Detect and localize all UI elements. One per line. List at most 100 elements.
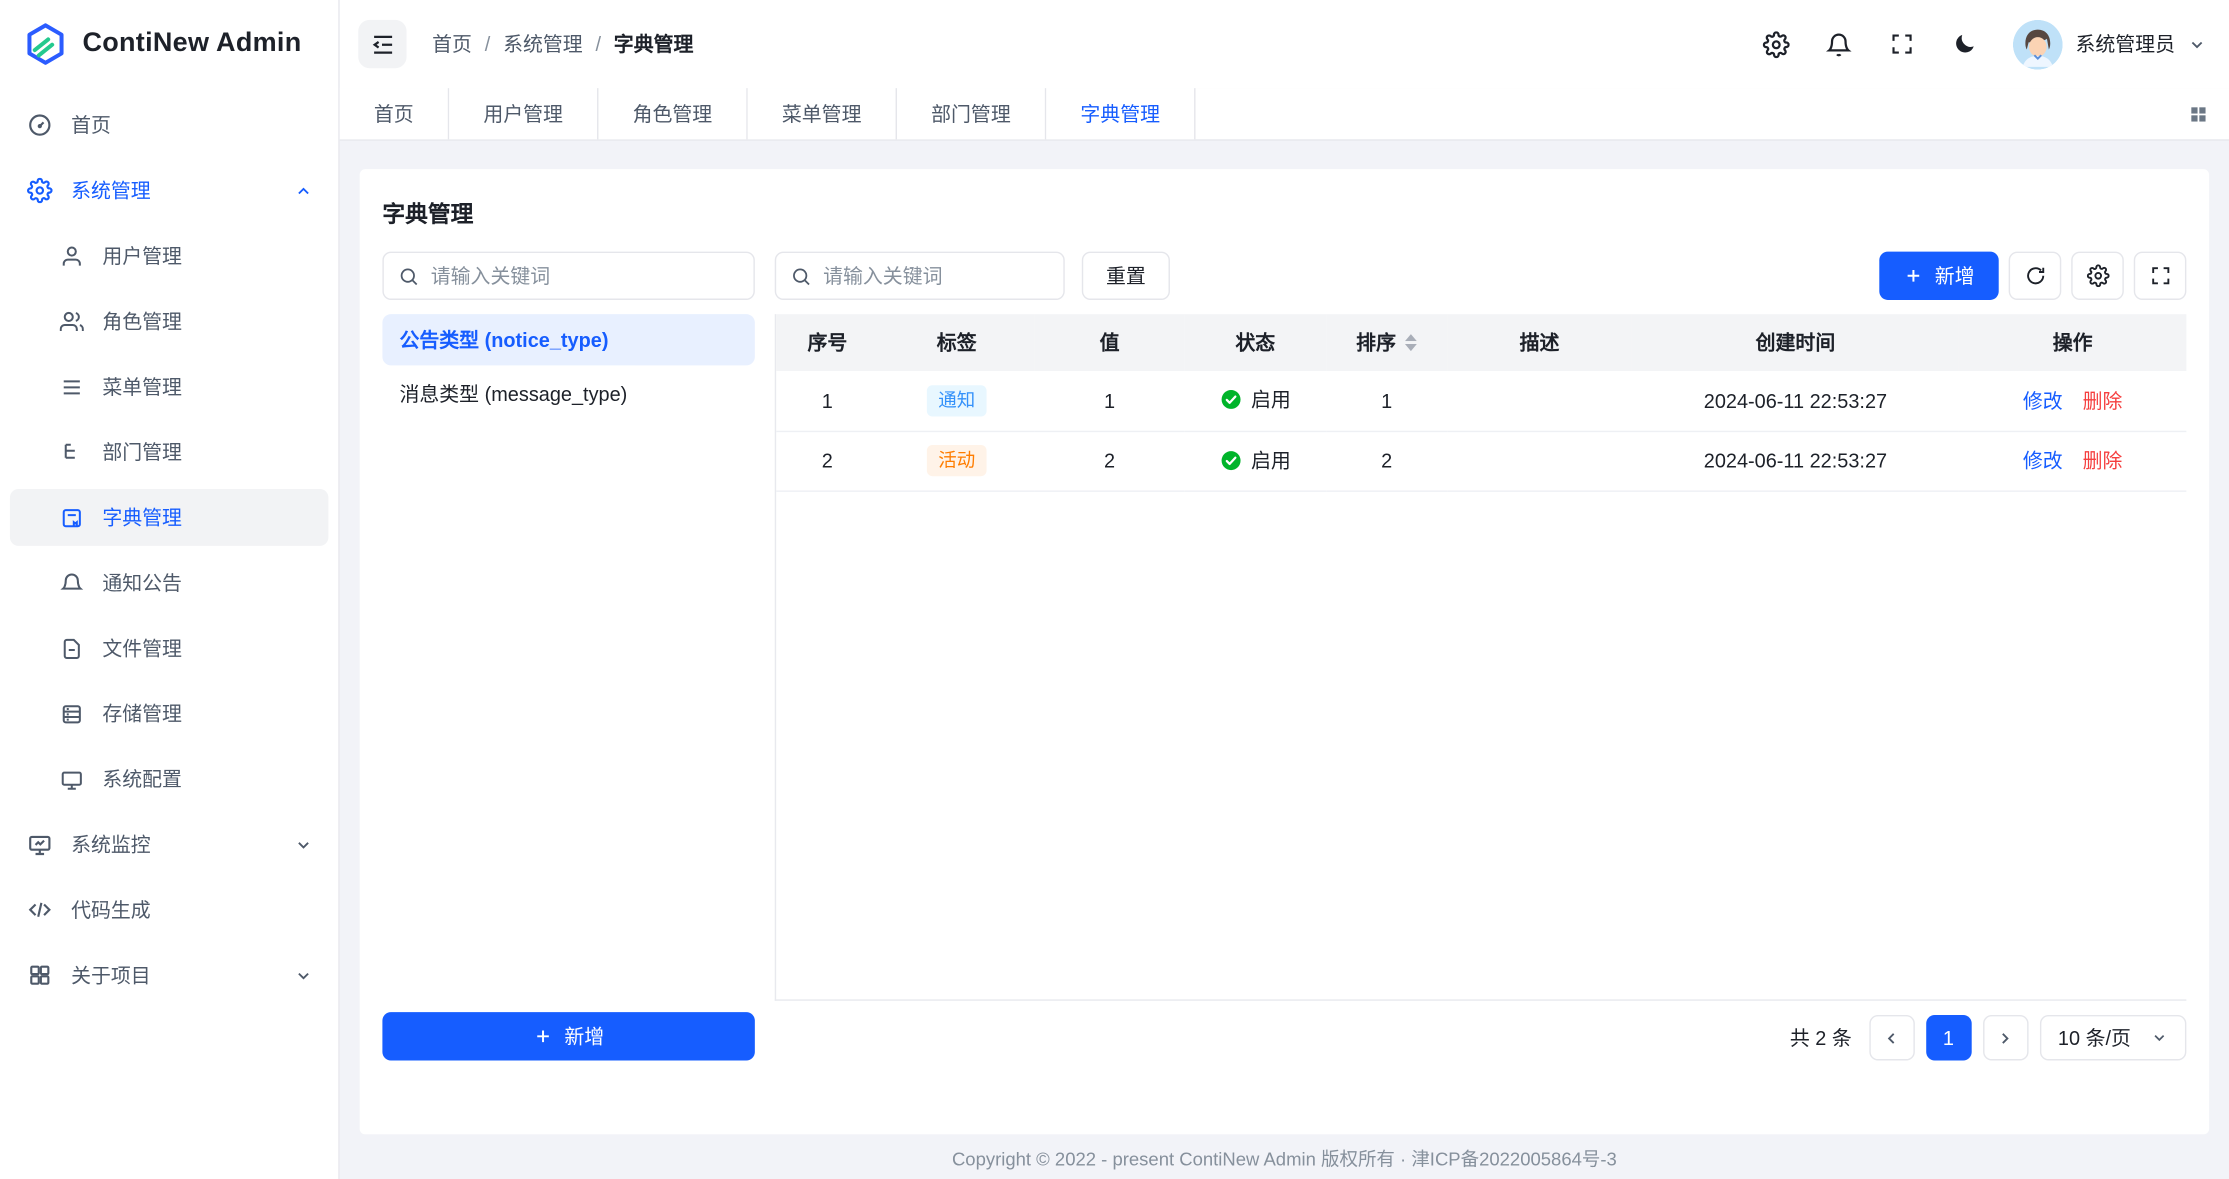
dark-mode-moon-icon[interactable] xyxy=(1950,31,1977,58)
page-number-current[interactable]: 1 xyxy=(1926,1015,1971,1060)
sidebar-item-label: 首页 xyxy=(71,111,314,139)
tab-dict-management[interactable]: 字典管理 xyxy=(1046,88,1195,139)
cell-value: 1 xyxy=(1035,371,1184,431)
dictionary-icon xyxy=(58,505,84,531)
delete-link[interactable]: 删除 xyxy=(2083,389,2123,412)
content-area: 字典管理 公告类型 (notice_type) xyxy=(340,141,2229,1135)
sidebar-item-about-project[interactable]: 关于项目 xyxy=(10,947,328,1004)
sidebar-item-role-management[interactable]: 角色管理 xyxy=(10,293,328,350)
sidebar-item-file-management[interactable]: 文件管理 xyxy=(10,620,328,677)
sidebar-item-label: 系统管理 xyxy=(71,176,294,204)
menu-fold-icon xyxy=(369,31,396,58)
cell-label: 活动 xyxy=(879,431,1035,491)
check-circle-icon xyxy=(1220,449,1243,472)
dict-type-item-notice[interactable]: 公告类型 (notice_type) xyxy=(382,314,754,365)
cell-no: 1 xyxy=(776,371,878,431)
cell-no: 2 xyxy=(776,431,878,491)
sidebar-item-label: 系统配置 xyxy=(102,765,314,793)
plus-icon xyxy=(533,1026,553,1046)
cell-actions: 修改删除 xyxy=(1959,371,2186,431)
sidebar-item-dict-management[interactable]: 字典管理 xyxy=(10,489,328,546)
add-button[interactable]: 新增 xyxy=(1879,252,1998,300)
prev-page-button[interactable] xyxy=(1869,1015,1914,1060)
server-icon xyxy=(58,701,84,727)
page-size-select[interactable]: 10 条/页 xyxy=(2039,1015,2186,1060)
chevron-down-icon xyxy=(2188,35,2206,53)
tab-user-management[interactable]: 用户管理 xyxy=(449,88,598,139)
dict-list-panel: 公告类型 (notice_type) 消息类型 (message_type) 新… xyxy=(382,252,754,1112)
pagination-total: 共 2 条 xyxy=(1790,1024,1852,1052)
sidebar-item-label: 通知公告 xyxy=(102,569,314,597)
tab-label: 用户管理 xyxy=(483,100,563,128)
reset-button[interactable]: 重置 xyxy=(1082,252,1170,300)
sidebar-item-label: 文件管理 xyxy=(102,634,314,662)
sidebar-collapse-button[interactable] xyxy=(358,20,406,68)
app-logo-icon xyxy=(23,21,68,66)
sidebar-item-dept-management[interactable]: 部门管理 xyxy=(10,424,328,481)
tab-home[interactable]: 首页 xyxy=(340,88,449,139)
edit-link[interactable]: 修改 xyxy=(2023,389,2063,412)
tag-badge: 活动 xyxy=(927,445,987,476)
tab-bar: 首页 用户管理 角色管理 菜单管理 部门管理 字典管理 xyxy=(340,88,2229,141)
table-fullscreen-button[interactable] xyxy=(2134,252,2187,300)
table-header-row: 序号 标签 值 状态 排序 xyxy=(776,314,2186,371)
pagination: 共 2 条 1 10 条/页 xyxy=(775,1015,2187,1060)
tab-actions-menu[interactable] xyxy=(2188,88,2229,139)
sidebar-item-storage-management[interactable]: 存储管理 xyxy=(10,685,328,742)
users-icon xyxy=(58,308,84,334)
delete-link[interactable]: 删除 xyxy=(2083,449,2123,472)
dict-type-item-message[interactable]: 消息类型 (message_type) xyxy=(382,368,754,419)
plus-icon xyxy=(1903,266,1923,286)
main-area: 首页 / 系统管理 / 字典管理 xyxy=(340,0,2229,1179)
fullscreen-icon[interactable] xyxy=(1888,31,1915,58)
sidebar-item-system-monitor[interactable]: 系统监控 xyxy=(10,816,328,873)
breadcrumb-home[interactable]: 首页 xyxy=(432,30,472,58)
chevron-down-icon xyxy=(2151,1029,2168,1046)
search-icon xyxy=(790,265,811,286)
cell-status: 启用 xyxy=(1184,431,1326,491)
refresh-button[interactable] xyxy=(2009,252,2062,300)
tab-role-management[interactable]: 角色管理 xyxy=(598,88,747,139)
breadcrumb-current: 字典管理 xyxy=(614,30,694,58)
tree-icon xyxy=(58,439,84,465)
cell-sort: 1 xyxy=(1326,371,1447,431)
sidebar-item-user-management[interactable]: 用户管理 xyxy=(10,227,328,284)
sidebar-item-notice[interactable]: 通知公告 xyxy=(10,554,328,611)
sidebar-item-code-generation[interactable]: 代码生成 xyxy=(10,881,328,938)
file-icon xyxy=(58,635,84,661)
dict-add-button[interactable]: 新增 xyxy=(382,1012,754,1060)
table-row: 2 活动 2 启用 xyxy=(776,431,2186,491)
next-page-button[interactable] xyxy=(1983,1015,2028,1060)
sidebar-item-label: 存储管理 xyxy=(102,699,314,727)
top-header: 首页 / 系统管理 / 字典管理 xyxy=(340,0,2229,88)
tab-label: 部门管理 xyxy=(931,100,1011,128)
col-no: 序号 xyxy=(776,314,878,371)
notification-bell-icon[interactable] xyxy=(1825,31,1852,58)
edit-link[interactable]: 修改 xyxy=(2023,449,2063,472)
col-created: 创建时间 xyxy=(1632,314,1959,371)
tag-badge: 通知 xyxy=(927,385,987,416)
cell-desc xyxy=(1447,431,1632,491)
chevron-up-icon xyxy=(294,181,314,199)
sidebar-item-home[interactable]: 首页 xyxy=(10,97,328,154)
sidebar-item-menu-management[interactable]: 菜单管理 xyxy=(10,358,328,415)
breadcrumb-system[interactable]: 系统管理 xyxy=(503,30,583,58)
column-settings-button[interactable] xyxy=(2071,252,2124,300)
tab-dept-management[interactable]: 部门管理 xyxy=(897,88,1046,139)
sidebar-item-label: 字典管理 xyxy=(102,503,314,531)
dict-search-input[interactable] xyxy=(431,264,739,287)
sidebar-item-system-management[interactable]: 系统管理 xyxy=(10,162,328,219)
tab-menu-management[interactable]: 菜单管理 xyxy=(748,88,897,139)
user-menu[interactable]: 系统管理员 xyxy=(2013,19,2206,69)
col-status: 状态 xyxy=(1184,314,1326,371)
breadcrumb-separator: / xyxy=(595,33,601,56)
sort-header[interactable]: 排序 xyxy=(1356,328,1417,356)
sidebar-item-system-config[interactable]: 系统配置 xyxy=(10,751,328,808)
logo-row[interactable]: ContiNew Admin xyxy=(0,0,338,88)
grid-icon xyxy=(27,962,53,988)
item-search-input[interactable] xyxy=(823,264,1049,287)
col-sort: 排序 xyxy=(1326,314,1447,371)
settings-icon[interactable] xyxy=(1763,31,1790,58)
dict-type-list: 公告类型 (notice_type) 消息类型 (message_type) xyxy=(382,314,754,419)
sidebar-item-label: 菜单管理 xyxy=(102,372,314,400)
